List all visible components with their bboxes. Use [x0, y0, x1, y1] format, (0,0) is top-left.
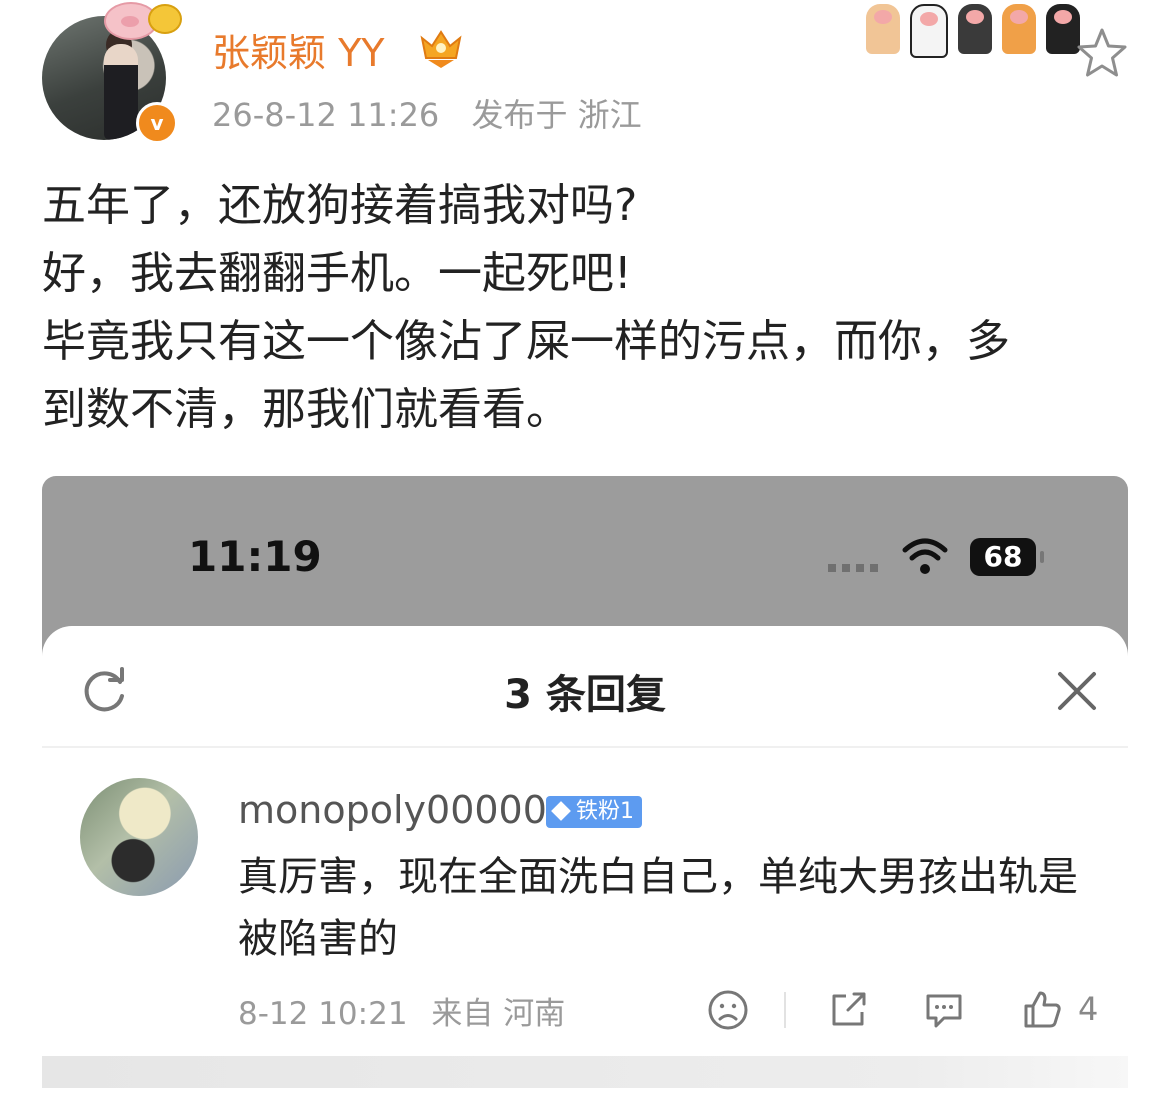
- commenter-avatar[interactable]: [80, 778, 198, 896]
- post-line: 好，我去翻翻手机。一起死吧!: [42, 248, 632, 299]
- post-line: 毕竟我只有这一个像沾了屎一样的污点，而你，多: [42, 316, 1010, 367]
- divider: [784, 992, 786, 1028]
- like-count: 4: [1078, 990, 1099, 1028]
- sad-face-icon[interactable]: [706, 988, 750, 1032]
- star-icon[interactable]: [1074, 26, 1130, 80]
- commenter-name[interactable]: monopoly00000: [238, 788, 547, 832]
- battery-indicator: 68: [970, 538, 1044, 576]
- post-meta: 26-8-12 11:26 发布于 浙江: [212, 90, 664, 136]
- paw-icon: [910, 4, 948, 58]
- post-location: 发布于 浙江: [471, 96, 642, 134]
- author-avatar[interactable]: v: [42, 2, 182, 144]
- comment-icon[interactable]: [922, 988, 966, 1032]
- sheet-title: 3 条回复: [504, 672, 666, 718]
- signal-icon: [828, 564, 884, 572]
- embedded-screenshot[interactable]: 11:19 68 3 条回复 monopoly00000 铁粉1 真厉害，现在全…: [42, 476, 1128, 1096]
- share-icon[interactable]: [826, 988, 870, 1032]
- paw-icon: [866, 4, 900, 54]
- paw-icon: [1002, 4, 1036, 54]
- comment-text: 真厉害，现在全面洗白自己，单纯大男孩出轨是被陷害的: [238, 854, 1078, 962]
- post-timestamp: 26-8-12 11:26: [212, 96, 440, 134]
- like-icon[interactable]: [1020, 988, 1064, 1032]
- bottom-bar: [42, 1056, 1128, 1088]
- wifi-icon: [902, 538, 948, 574]
- vip-crown-icon: [420, 30, 462, 68]
- fan-badge: 铁粉1: [546, 796, 642, 828]
- avatar-figure: [104, 44, 138, 140]
- post-line: 到数不清，那我们就看看。: [42, 384, 570, 435]
- post-body: 五年了，还放狗接着搞我对吗? 好，我去翻翻手机。一起死吧! 毕竟我只有这一个像沾…: [42, 172, 1132, 444]
- coin-icon: [148, 4, 182, 34]
- author-name[interactable]: 张颖颖 YY: [212, 22, 385, 77]
- reply-sheet: 3 条回复 monopoly00000 铁粉1 真厉害，现在全面洗白自己，单纯大…: [42, 626, 1128, 1096]
- verified-icon: v: [136, 102, 178, 144]
- close-icon[interactable]: [1054, 668, 1100, 714]
- paw-icon: [958, 4, 992, 54]
- paw-decoration: [866, 4, 1080, 58]
- comment-meta: 8-12 10:21 来自 河南: [238, 988, 579, 1033]
- divider: [42, 746, 1128, 748]
- comment-location: 来自 河南: [431, 996, 566, 1032]
- post-line: 五年了，还放狗接着搞我对吗?: [42, 180, 638, 231]
- status-time: 11:19: [188, 532, 322, 581]
- comment-time: 8-12 10:21: [238, 996, 408, 1032]
